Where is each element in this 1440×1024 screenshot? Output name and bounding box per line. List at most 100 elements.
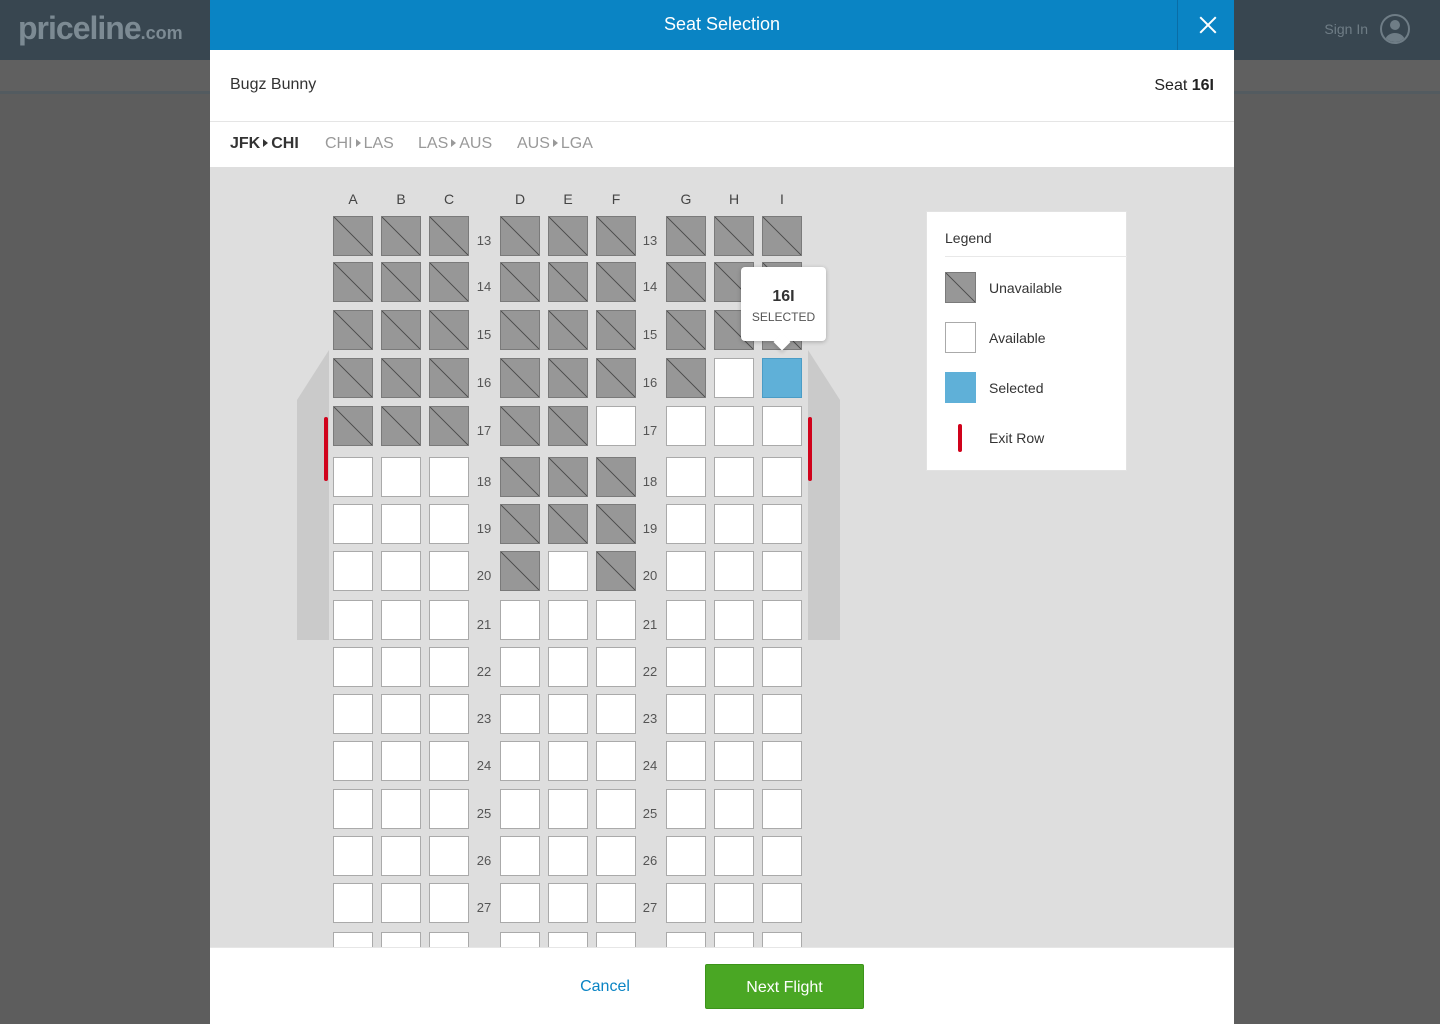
seat-21e-available[interactable]: [548, 600, 588, 640]
seat-22b-available[interactable]: [381, 647, 421, 687]
tab-leg-4[interactable]: AUS LGA: [517, 135, 593, 153]
legend-label: Available: [989, 330, 1046, 346]
seat-21d-available[interactable]: [500, 600, 540, 640]
seat-24f-available[interactable]: [596, 741, 636, 781]
seat-20c-available[interactable]: [429, 551, 469, 591]
seat-23b-available[interactable]: [381, 694, 421, 734]
seat-23h-available[interactable]: [714, 694, 754, 734]
seat-22c-available[interactable]: [429, 647, 469, 687]
seat-25c-available[interactable]: [429, 789, 469, 829]
seat-19c-available[interactable]: [429, 504, 469, 544]
seat-21g-available[interactable]: [666, 600, 706, 640]
seat-26f-available[interactable]: [596, 836, 636, 876]
seat-21c-available[interactable]: [429, 600, 469, 640]
legend-item-selected: Selected: [945, 372, 1125, 404]
seat-22d-available[interactable]: [500, 647, 540, 687]
seat-25h-available[interactable]: [714, 789, 754, 829]
seat-17f-available[interactable]: [596, 406, 636, 446]
seat-19h-available[interactable]: [714, 504, 754, 544]
seat-22h-available[interactable]: [714, 647, 754, 687]
seat-25g-available[interactable]: [666, 789, 706, 829]
seat-22a-available[interactable]: [333, 647, 373, 687]
seat-18g-available[interactable]: [666, 457, 706, 497]
seat-23g-available[interactable]: [666, 694, 706, 734]
seat-26i-available[interactable]: [762, 836, 802, 876]
seat-24g-available[interactable]: [666, 741, 706, 781]
seat-19b-available[interactable]: [381, 504, 421, 544]
seat-18c-available[interactable]: [429, 457, 469, 497]
seat-23c-available[interactable]: [429, 694, 469, 734]
seat-21h-available[interactable]: [714, 600, 754, 640]
seat-25e-available[interactable]: [548, 789, 588, 829]
seat-27f-available[interactable]: [596, 883, 636, 923]
seat-18i-available[interactable]: [762, 457, 802, 497]
seat-24h-available[interactable]: [714, 741, 754, 781]
seat-27e-available[interactable]: [548, 883, 588, 923]
seat-22f-available[interactable]: [596, 647, 636, 687]
seat-27g-available[interactable]: [666, 883, 706, 923]
next-flight-button[interactable]: Next Flight: [705, 964, 864, 1009]
seat-27h-available[interactable]: [714, 883, 754, 923]
seat-23i-available[interactable]: [762, 694, 802, 734]
row-number: 24: [642, 758, 658, 773]
seat-27d-available[interactable]: [500, 883, 540, 923]
seat-22i-available[interactable]: [762, 647, 802, 687]
seat-17g-available[interactable]: [666, 406, 706, 446]
seat-21a-available[interactable]: [333, 600, 373, 640]
seat-27c-available[interactable]: [429, 883, 469, 923]
seat-25f-available[interactable]: [596, 789, 636, 829]
seat-27b-available[interactable]: [381, 883, 421, 923]
seat-20g-available[interactable]: [666, 551, 706, 591]
seat-20a-available[interactable]: [333, 551, 373, 591]
seat-22g-available[interactable]: [666, 647, 706, 687]
seat-16h-available[interactable]: [714, 358, 754, 398]
seat-19a-available[interactable]: [333, 504, 373, 544]
seat-18b-available[interactable]: [381, 457, 421, 497]
seat-26h-available[interactable]: [714, 836, 754, 876]
seat-25i-available[interactable]: [762, 789, 802, 829]
seat-23d-available[interactable]: [500, 694, 540, 734]
leg-destination: CHI: [271, 135, 299, 152]
tab-leg-2[interactable]: CHI LAS: [325, 135, 394, 153]
seat-24e-available[interactable]: [548, 741, 588, 781]
seat-26e-available[interactable]: [548, 836, 588, 876]
seat-23e-available[interactable]: [548, 694, 588, 734]
sign-in-link[interactable]: Sign In: [1324, 14, 1410, 44]
seat-26b-available[interactable]: [381, 836, 421, 876]
seat-26g-available[interactable]: [666, 836, 706, 876]
seat-26c-available[interactable]: [429, 836, 469, 876]
seat-21i-available[interactable]: [762, 600, 802, 640]
seat-20e-available[interactable]: [548, 551, 588, 591]
seat-26d-available[interactable]: [500, 836, 540, 876]
seat-21b-available[interactable]: [381, 600, 421, 640]
seat-23f-available[interactable]: [596, 694, 636, 734]
seat-20b-available[interactable]: [381, 551, 421, 591]
cancel-button[interactable]: Cancel: [550, 964, 660, 1009]
tab-leg-1[interactable]: JFK CHI: [230, 135, 299, 153]
seat-26a-available[interactable]: [333, 836, 373, 876]
seat-22e-available[interactable]: [548, 647, 588, 687]
seat-25a-available[interactable]: [333, 789, 373, 829]
seat-20i-available[interactable]: [762, 551, 802, 591]
seat-27a-available[interactable]: [333, 883, 373, 923]
seat-19g-available[interactable]: [666, 504, 706, 544]
seat-24b-available[interactable]: [381, 741, 421, 781]
seat-18h-available[interactable]: [714, 457, 754, 497]
seat-16i-selected[interactable]: [762, 358, 802, 398]
seat-24i-available[interactable]: [762, 741, 802, 781]
seat-23a-available[interactable]: [333, 694, 373, 734]
seat-19i-available[interactable]: [762, 504, 802, 544]
seat-24d-available[interactable]: [500, 741, 540, 781]
close-icon[interactable]: [1177, 0, 1234, 50]
seat-25d-available[interactable]: [500, 789, 540, 829]
seat-25b-available[interactable]: [381, 789, 421, 829]
seat-20h-available[interactable]: [714, 551, 754, 591]
tab-leg-3[interactable]: LAS AUS: [418, 135, 492, 153]
seat-21f-available[interactable]: [596, 600, 636, 640]
seat-24c-available[interactable]: [429, 741, 469, 781]
seat-18a-available[interactable]: [333, 457, 373, 497]
seat-17h-available[interactable]: [714, 406, 754, 446]
seat-17i-available[interactable]: [762, 406, 802, 446]
seat-24a-available[interactable]: [333, 741, 373, 781]
seat-27i-available[interactable]: [762, 883, 802, 923]
